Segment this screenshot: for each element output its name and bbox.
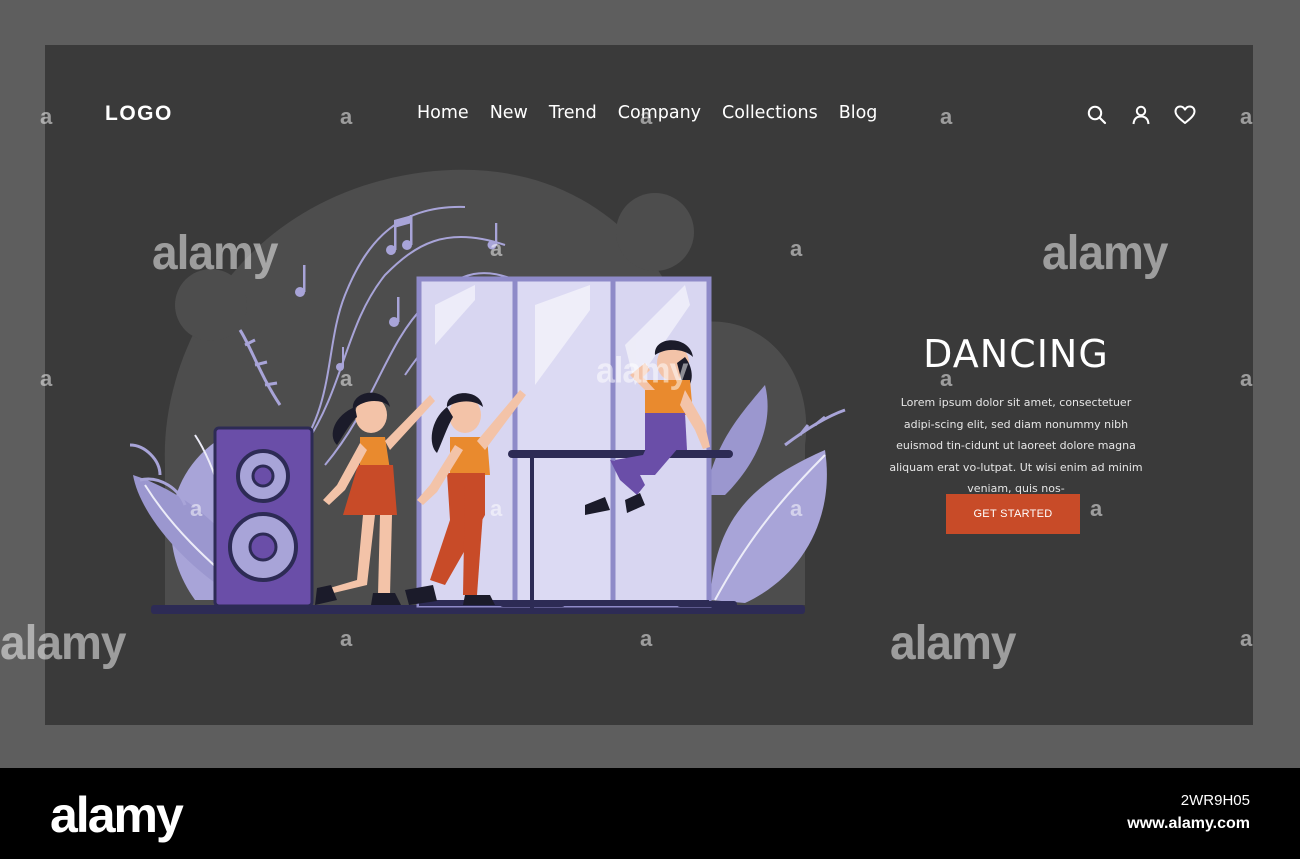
image-id: 2WR9H05 [1180, 792, 1250, 809]
alamy-logo: alamy [50, 787, 184, 843]
stock-footer: alamy 2WR9H05 www.alamy.com [0, 768, 1300, 859]
get-started-button[interactable]: GET STARTED [946, 494, 1080, 534]
hero-description: Lorem ipsum dolor sit amet, consectetuer… [889, 396, 1143, 495]
dancing-illustration [129, 169, 846, 614]
landing-page-frame: LOGO Home New Trend Company Collections … [45, 45, 1253, 725]
site-url: www.alamy.com [1127, 815, 1250, 832]
hero-title: DANCING [923, 332, 1109, 376]
